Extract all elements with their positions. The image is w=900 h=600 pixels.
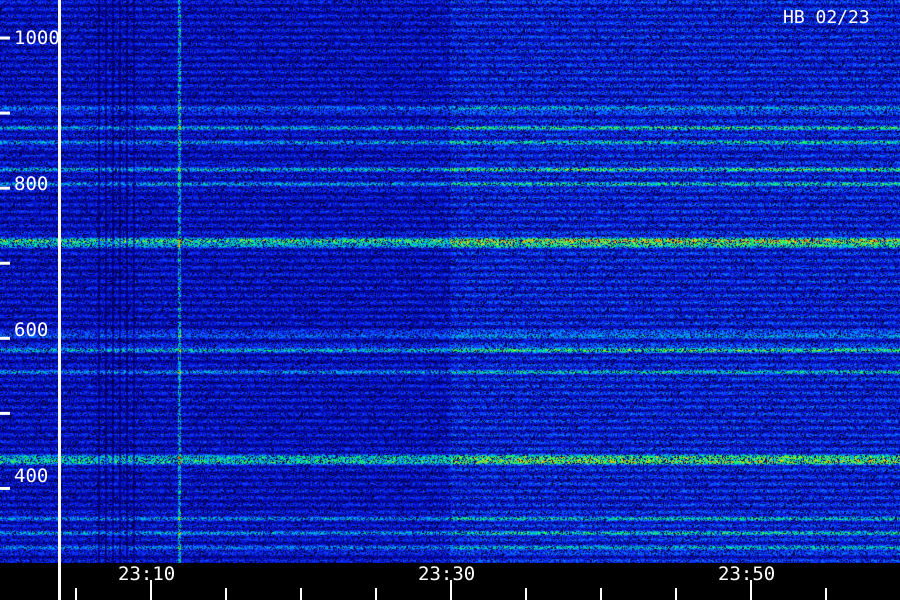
x-tick-label-2330: 23:30 [418, 563, 475, 585]
y-tick-mark [0, 186, 10, 190]
x-tick-mark [225, 588, 227, 600]
y-axis-line [58, 0, 61, 600]
y-tick-label-1000: 1000 [14, 27, 60, 49]
x-tick-label-2350: 23:50 [718, 563, 775, 585]
y-tick-mark [0, 36, 10, 40]
x-tick-mark [300, 588, 302, 600]
y-tick-mark [0, 111, 10, 115]
x-tick-mark [375, 588, 377, 600]
spectrogram-chart: 1000 800 600 400 23:10 23:30 23:50 HB 02… [0, 0, 900, 600]
y-tick-label-800: 800 [14, 173, 48, 195]
x-tick-mark [525, 588, 527, 600]
y-tick-label-400: 400 [14, 465, 48, 487]
x-tick-mark [675, 588, 677, 600]
y-tick-label-600: 600 [14, 319, 48, 341]
spectrogram-heatmap [0, 0, 900, 563]
y-tick-mark [0, 486, 10, 490]
x-tick-label-2310: 23:10 [118, 563, 175, 585]
y-tick-mark [0, 336, 10, 340]
chart-title: HB 02/23 [783, 7, 870, 28]
y-tick-mark [0, 261, 10, 265]
x-tick-mark [600, 588, 602, 600]
x-tick-mark [825, 588, 827, 600]
x-tick-mark [75, 588, 77, 600]
y-tick-mark [0, 411, 10, 415]
